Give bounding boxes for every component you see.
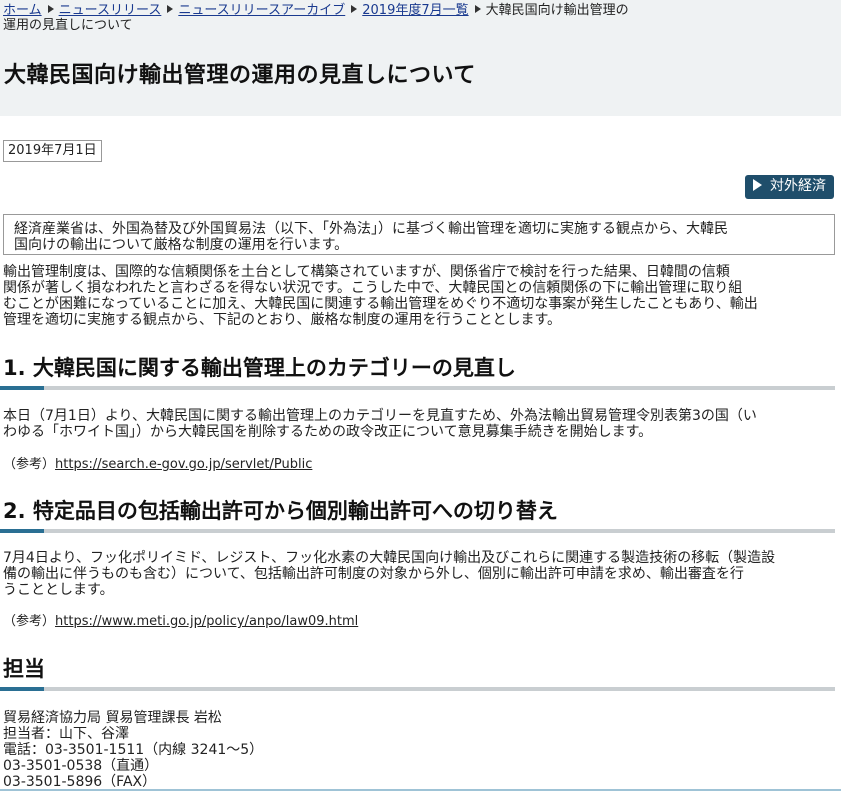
breadcrumb-arrow-icon	[474, 5, 481, 13]
summary-box: 経済産業省は、外国為替及び外国貿易法（以下、「外為法」）に基づく輸出管理を適切に…	[3, 214, 835, 255]
breadcrumb-archive-link[interactable]: ニュースリリースアーカイブ	[178, 3, 345, 18]
egov-link[interactable]: https://search.e-gov.go.jp/servlet/Publi…	[55, 457, 312, 472]
category-button-label: 対外経済	[770, 178, 826, 194]
breadcrumb-arrow-icon	[167, 5, 174, 13]
summary-line: 経済産業省は、外国為替及び外国貿易法（以下、「外為法」）に基づく輸出管理を適切に…	[14, 221, 728, 237]
contact-rule	[0, 687, 835, 691]
breadcrumb-home-link[interactable]: ホーム	[3, 3, 42, 18]
breadcrumb-arrow-icon	[351, 5, 358, 13]
section2-paragraph: 7月4日より、フッ化ポリイミド、レジスト、フッ化水素の大韓民国向け輸出及びこれら…	[3, 550, 776, 598]
contact-heading: 担当	[3, 657, 45, 681]
category-button[interactable]: 対外経済	[745, 175, 834, 199]
breadcrumb-month-link[interactable]: 2019年度7月一覧	[362, 3, 468, 18]
play-arrow-icon	[753, 179, 762, 191]
release-date: 2019年7月1日	[3, 140, 102, 162]
meti-anpo-link[interactable]: https://www.meti.go.jp/policy/anpo/law09…	[55, 614, 358, 629]
breadcrumb-arrow-icon	[47, 5, 54, 13]
section1-rule	[0, 386, 835, 390]
section1-paragraph: 本日（7月1日）より、大韓民国に関する輸出管理上のカテゴリーを見直すため、外為法…	[3, 408, 757, 440]
breadcrumb: ホーム ニュースリリース ニュースリリースアーカイブ 2019年度7月一覧 大韓民国向け…	[3, 3, 683, 33]
contact-info: 貿易経済協力局 貿易管理課長 岩松 担当者：山下、谷澤 電話：03-3501-1…	[3, 710, 264, 790]
page-title: 大韓民国向け輸出管理の運用の見直しについて	[4, 63, 476, 88]
section2-rule	[0, 529, 835, 533]
section1-heading: 1. 大韓民国に関する輸出管理上のカテゴリーの見直し	[3, 356, 516, 380]
section2-heading: 2. 特定品目の包括輸出許可から個別輸出許可への切り替え	[3, 499, 558, 523]
intro-paragraph: 輸出管理制度は、国際的な信頼関係を土台として構築されていますが、関係省庁で検討を…	[3, 264, 758, 328]
summary-line: 国向けの輸出について厳格な制度の運用を行います。	[14, 237, 349, 253]
section2-reference: （参考）https://www.meti.go.jp/policy/anpo/l…	[3, 614, 359, 629]
breadcrumb-news-link[interactable]: ニュースリリース	[59, 3, 162, 18]
section1-reference: （参考）https://search.e-gov.go.jp/servlet/P…	[3, 457, 313, 472]
